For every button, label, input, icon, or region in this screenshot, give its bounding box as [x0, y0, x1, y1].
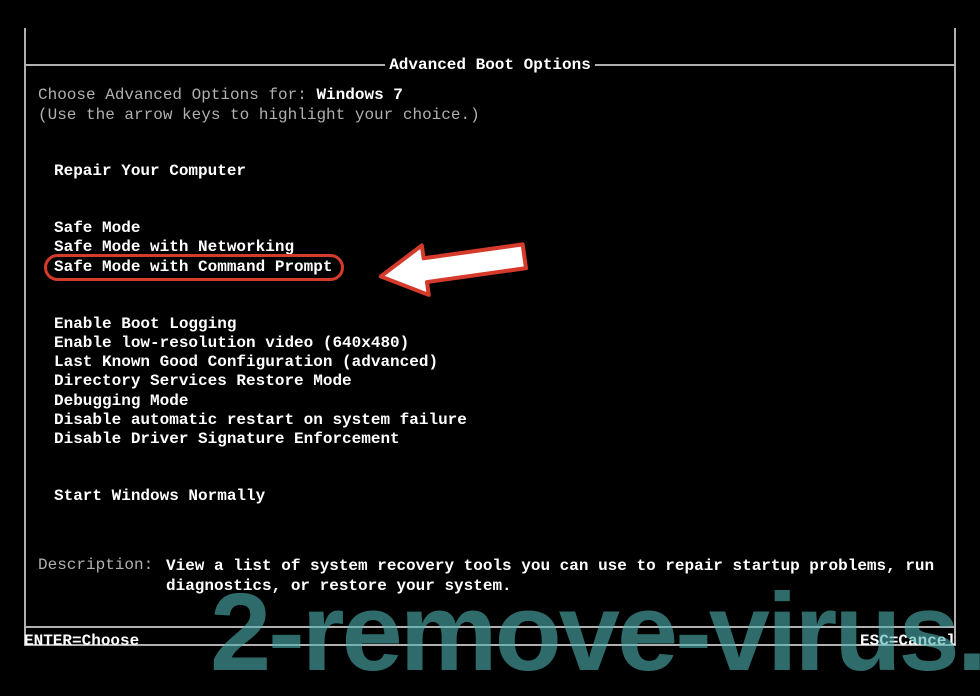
description-label: Description: — [38, 556, 166, 596]
boot-menu[interactable]: Repair Your Computer Safe Mode Safe Mode… — [38, 162, 942, 506]
description-block: Description: View a list of system recov… — [38, 556, 942, 596]
footer-bar: ENTER=Choose ESC=Cancel — [24, 626, 956, 650]
menu-safe-mode-networking[interactable]: Safe Mode with Networking — [54, 238, 942, 257]
menu-debugging[interactable]: Debugging Mode — [54, 392, 942, 411]
menu-boot-logging[interactable]: Enable Boot Logging — [54, 315, 942, 334]
menu-safe-mode[interactable]: Safe Mode — [54, 219, 942, 238]
menu-safe-mode-cmd-wrap[interactable]: Safe Mode with Command Prompt — [54, 258, 332, 277]
prompt-line: Choose Advanced Options for: Windows 7 — [38, 86, 942, 104]
keyboard-hint: (Use the arrow keys to highlight your ch… — [38, 106, 942, 124]
menu-safe-mode-cmd[interactable]: Safe Mode with Command Prompt — [54, 258, 332, 277]
menu-disable-driver-sig[interactable]: Disable Driver Signature Enforcement — [54, 430, 942, 449]
menu-ds-restore[interactable]: Directory Services Restore Mode — [54, 372, 942, 391]
menu-last-known-good[interactable]: Last Known Good Configuration (advanced) — [54, 353, 942, 372]
screen-frame: Choose Advanced Options for: Windows 7 (… — [24, 28, 956, 646]
footer-enter: ENTER=Choose — [24, 632, 139, 650]
content-area: Choose Advanced Options for: Windows 7 (… — [26, 28, 954, 596]
os-name: Windows 7 — [316, 86, 402, 104]
description-text: View a list of system recovery tools you… — [166, 556, 942, 596]
menu-start-normally[interactable]: Start Windows Normally — [54, 487, 942, 506]
menu-repair-computer[interactable]: Repair Your Computer — [54, 162, 942, 181]
footer-esc: ESC=Cancel — [860, 632, 956, 650]
menu-low-res-video[interactable]: Enable low-resolution video (640x480) — [54, 334, 942, 353]
menu-disable-auto-restart[interactable]: Disable automatic restart on system fail… — [54, 411, 942, 430]
prompt-label: Choose Advanced Options for: — [38, 86, 316, 104]
